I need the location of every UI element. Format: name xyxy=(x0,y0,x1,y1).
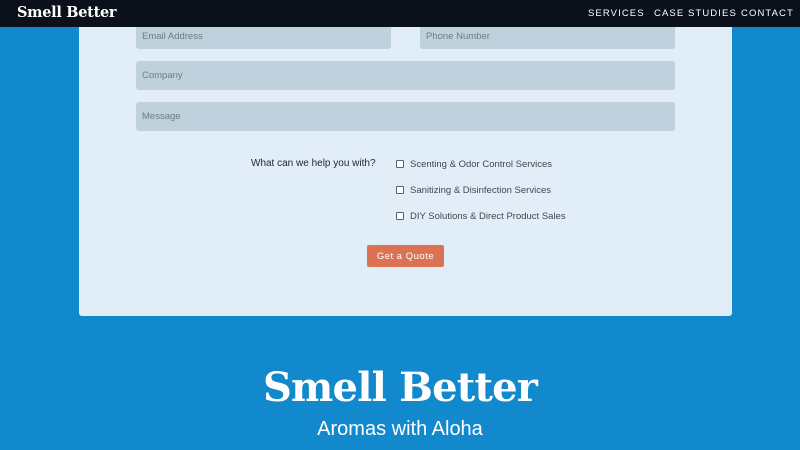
option-label: Sanitizing & Disinfection Services xyxy=(410,184,551,196)
brand-logo[interactable]: Smell Better xyxy=(17,4,117,21)
option-label: Scenting & Odor Control Services xyxy=(410,158,553,170)
get-quote-button[interactable]: Get a Quote xyxy=(367,245,444,267)
message-field[interactable] xyxy=(136,102,675,131)
option-scenting-odor-control[interactable]: Scenting & Odor Control Services xyxy=(396,157,552,171)
option-label: DIY Solutions & Direct Product Sales xyxy=(410,210,566,222)
checkbox[interactable] xyxy=(396,160,404,168)
option-diy-direct-sales[interactable]: DIY Solutions & Direct Product Sales xyxy=(396,209,566,223)
nav-link-contact[interactable]: CONTACT xyxy=(741,8,794,19)
checkbox[interactable] xyxy=(396,186,404,194)
hero-title: Smell Better xyxy=(262,364,538,411)
company-field[interactable] xyxy=(136,61,675,90)
nav-link-services[interactable]: SERVICES xyxy=(588,8,645,19)
option-sanitizing-disinfection[interactable]: Sanitizing & Disinfection Services xyxy=(396,183,551,197)
help-question-label: What can we help you with? xyxy=(251,158,376,169)
top-navbar: Smell Better SERVICES CASE STUDIES CONTA… xyxy=(0,0,800,27)
checkbox[interactable] xyxy=(396,212,404,220)
nav-link-case-studies[interactable]: CASE STUDIES xyxy=(654,8,737,19)
hero-tagline: Aromas with Aloha xyxy=(317,418,483,440)
